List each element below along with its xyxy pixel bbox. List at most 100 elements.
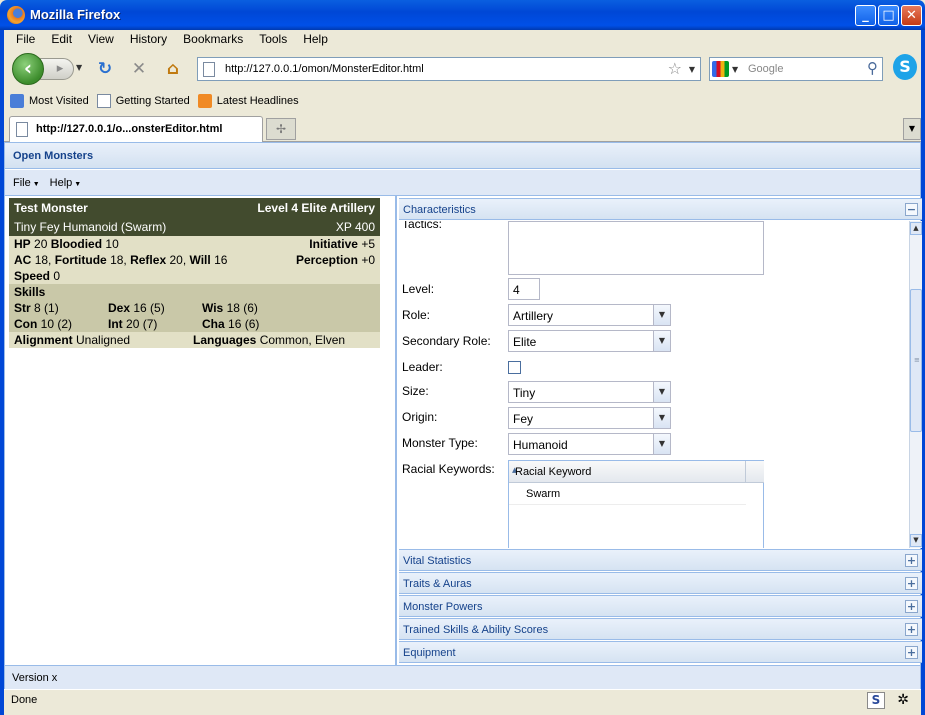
scrollbar-thumb[interactable]: ≡ [910, 289, 922, 432]
level-field[interactable]: 4 [508, 278, 540, 300]
chevron-down-icon[interactable]: ▼ [653, 434, 670, 454]
hp-line: HP 20 Bloodied 10 [14, 237, 119, 251]
will-value: 16 [214, 253, 228, 267]
bookmark-getting-started[interactable]: Getting Started [96, 90, 190, 112]
size-select[interactable]: Tiny ▼ [508, 381, 671, 403]
list-all-tabs-button[interactable]: ▼ [903, 118, 921, 140]
tab-monster-editor[interactable]: http://127.0.0.1/o...onsterEditor.html [9, 116, 263, 143]
home-icon[interactable]: ⌂ [162, 59, 184, 79]
minimize-button[interactable]: _ [855, 5, 876, 26]
app-menu-file-label: File [13, 176, 31, 189]
chevron-down-icon[interactable]: ▼ [653, 408, 670, 428]
secondary-role-value: Elite [513, 335, 537, 349]
leader-checkbox[interactable] [508, 361, 521, 374]
initiative-value: +5 [361, 237, 375, 251]
back-button[interactable]: ‹ [12, 53, 44, 85]
tab-title: http://127.0.0.1/o...onsterEditor.html [36, 123, 223, 135]
app-menu-file[interactable]: File ▼ [13, 177, 40, 189]
firebug-icon[interactable]: ✲ [897, 692, 909, 708]
stat-row-skills: Skills [9, 284, 380, 300]
chevron-down-icon[interactable]: ▼ [653, 331, 670, 351]
traits-auras-header[interactable]: Traits & Auras + [399, 572, 922, 594]
chevron-down-icon: ▼ [32, 180, 40, 188]
scroll-up-icon[interactable]: ▲ [910, 222, 922, 235]
characteristics-scrollbar[interactable]: ▲ ≡ ▼ [909, 221, 922, 548]
expand-icon[interactable]: + [905, 600, 918, 613]
expand-icon[interactable]: + [905, 554, 918, 567]
menu-bookmarks[interactable]: Bookmarks [175, 30, 251, 50]
search-input[interactable]: Google [748, 63, 783, 75]
app-menu-help[interactable]: Help ▼ [50, 177, 82, 189]
status-bar: Done S ✲ [4, 689, 921, 711]
secondary-role-select[interactable]: Elite ▼ [508, 330, 671, 352]
skype-status-icon[interactable]: S [867, 692, 885, 709]
close-window-button[interactable]: ✕ [901, 5, 922, 26]
tab-strip: http://127.0.0.1/o...onsterEditor.html ✢… [4, 114, 921, 143]
equipment-title: Equipment [403, 647, 456, 659]
maximize-button[interactable]: □ [878, 5, 899, 26]
bookmark-label: Getting Started [115, 95, 190, 107]
hp-label: HP [14, 237, 31, 251]
tactics-textarea[interactable] [508, 221, 764, 275]
new-tab-button[interactable]: ✢ [266, 118, 296, 140]
menu-view[interactable]: View [80, 30, 122, 50]
google-engine-icon[interactable] [712, 61, 729, 77]
forward-button[interactable]: ▸ [40, 58, 74, 80]
app-toolbar: File ▼ Help ▼ [5, 170, 920, 196]
hp-value: 20 [34, 237, 48, 251]
dex-value: 16 (5) [133, 301, 165, 315]
cha-score: Cha 16 (6) [202, 317, 259, 331]
str-label: Str [14, 301, 31, 315]
bookmark-label: Most Visited [29, 95, 89, 107]
firefox-logo-icon [7, 6, 25, 24]
trained-skills-header[interactable]: Trained Skills & Ability Scores + [399, 618, 922, 640]
wis-label: Wis [202, 301, 224, 315]
alignment-value: Unaligned [76, 333, 131, 347]
tactics-label: Tactics: [402, 221, 443, 231]
navigation-toolbar: ▸ ‹ ▼ ↻ ✕ ⌂ http://127.0.0.1/omon/Monste… [4, 50, 921, 86]
history-dropdown-icon[interactable]: ▼ [76, 63, 82, 72]
expand-icon[interactable]: + [905, 623, 918, 636]
trained-skills-title: Trained Skills & Ability Scores [403, 624, 549, 636]
monster-type-select[interactable]: Humanoid ▼ [508, 433, 671, 455]
secondary-role-label: Secondary Role: [402, 334, 491, 348]
reload-icon[interactable]: ↻ [94, 59, 116, 79]
vital-statistics-header[interactable]: Vital Statistics + [399, 549, 922, 571]
fortitude-value: 18, [110, 253, 127, 267]
reflex-value: 20, [169, 253, 187, 267]
monster-powers-header[interactable]: Monster Powers + [399, 595, 922, 617]
table-row[interactable]: Swarm [509, 484, 746, 505]
origin-select[interactable]: Fey ▼ [508, 407, 671, 429]
menu-history[interactable]: History [122, 30, 175, 50]
menu-help[interactable]: Help [295, 30, 336, 50]
expand-icon[interactable]: + [905, 577, 918, 590]
url-text[interactable]: http://127.0.0.1/omon/MonsterEditor.html [225, 63, 424, 75]
bookmark-star-icon[interactable]: ☆ [668, 59, 682, 78]
characteristics-header[interactable]: Characteristics − [399, 198, 922, 220]
speed-line: Speed 0 [14, 269, 60, 283]
menu-tools[interactable]: Tools [251, 30, 295, 50]
skype-icon[interactable]: S [893, 54, 917, 80]
expand-icon[interactable]: + [905, 646, 918, 659]
url-dropdown-icon[interactable]: ▼ [689, 65, 695, 74]
role-label: Role: [402, 308, 431, 322]
engine-dropdown-icon[interactable]: ▼ [732, 65, 738, 74]
skills-line: Skills [14, 285, 45, 299]
scroll-down-icon[interactable]: ▼ [910, 534, 922, 547]
collapse-icon[interactable]: − [905, 203, 918, 216]
search-bar[interactable]: ▼ Google ⚲ [709, 57, 883, 81]
url-bar[interactable]: http://127.0.0.1/omon/MonsterEditor.html… [197, 57, 701, 81]
search-icon[interactable]: ⚲ [867, 59, 878, 77]
grid-column-header[interactable]: Racial Keyword ▲ [509, 461, 746, 483]
equipment-header[interactable]: Equipment + [399, 641, 922, 663]
menu-edit[interactable]: Edit [43, 30, 80, 50]
window-titlebar: Mozilla Firefox _ □ ✕ [0, 0, 925, 30]
chevron-down-icon[interactable]: ▼ [653, 305, 670, 325]
stop-icon[interactable]: ✕ [128, 59, 150, 79]
bookmark-latest-headlines[interactable]: Latest Headlines [197, 90, 299, 112]
chevron-down-icon[interactable]: ▼ [653, 382, 670, 402]
menu-file[interactable]: File [8, 30, 43, 50]
defenses-line: AC 18, Fortitude 18, Reflex 20, Will 16 [14, 253, 227, 267]
role-select[interactable]: Artillery ▼ [508, 304, 671, 326]
bookmark-most-visited[interactable]: Most Visited [10, 90, 89, 112]
